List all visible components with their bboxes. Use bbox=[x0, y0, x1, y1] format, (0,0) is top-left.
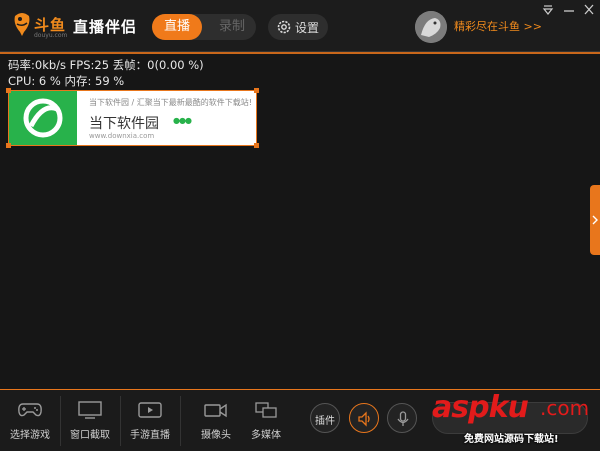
stats-cpu-memory: CPU: 6 % 内存: 59 % bbox=[8, 74, 125, 88]
multimedia-label: 多媒体 bbox=[251, 430, 281, 441]
tab-record[interactable]: 录制 bbox=[208, 14, 256, 40]
close-icon bbox=[584, 4, 594, 15]
multimedia-button[interactable]: 多媒体 bbox=[236, 390, 296, 451]
banner-tagline: 当下软件园 / 汇聚当下最新最酷的软件下载站! bbox=[89, 98, 252, 107]
user-avatar-icon bbox=[415, 11, 447, 43]
promo-link[interactable]: 精彩尽在斗鱼 >> bbox=[454, 18, 542, 34]
resize-handle[interactable] bbox=[6, 143, 11, 148]
microphone-icon bbox=[397, 411, 409, 426]
stats-bitrate-fps: 码率:0kb/s FPS:25 丢帧：0(0.00 %) bbox=[8, 58, 204, 72]
downxia-logo-icon bbox=[23, 98, 63, 138]
plugin-label: 插件 bbox=[315, 416, 335, 427]
mobile-play-icon bbox=[138, 402, 162, 418]
toolbar-divider bbox=[180, 396, 181, 446]
plugin-button[interactable]: 插件 bbox=[310, 403, 340, 433]
banner-title: 当下软件园 bbox=[89, 116, 159, 132]
title-bar: 斗鱼 douyu.com 直播伴侣 直播 录制 设置 精彩尽在斗鱼 >> bbox=[0, 0, 600, 52]
window-capture-button[interactable]: 窗口截取 bbox=[60, 390, 120, 451]
gear-icon bbox=[277, 20, 291, 34]
gamepad-icon bbox=[18, 403, 42, 417]
speaker-button[interactable] bbox=[349, 403, 379, 433]
settings-label: 设置 bbox=[295, 21, 320, 35]
select-game-button[interactable]: 选择游戏 bbox=[0, 390, 60, 451]
site-watermark: aspku .com 免费网站源码下载站! bbox=[432, 390, 600, 451]
watermark-logo: aspku bbox=[432, 390, 529, 425]
select-game-label: 选择游戏 bbox=[10, 430, 50, 441]
banner-url: www.downxia.com bbox=[89, 132, 155, 140]
mode-switch: 直播 录制 bbox=[152, 14, 256, 40]
minimize-button[interactable] bbox=[562, 4, 578, 18]
resize-handle[interactable] bbox=[254, 143, 259, 148]
banner-dots-icon: ●●● bbox=[173, 116, 192, 125]
window-capture-label: 窗口截取 bbox=[70, 430, 110, 441]
monitor-icon bbox=[78, 401, 102, 419]
mobile-live-button[interactable]: 手游直播 bbox=[120, 390, 180, 451]
watermark-suffix: .com bbox=[540, 396, 590, 420]
microphone-button[interactable] bbox=[387, 403, 417, 433]
resize-handle[interactable] bbox=[6, 88, 11, 93]
title-divider bbox=[0, 52, 600, 54]
fish-logo-icon bbox=[14, 13, 30, 36]
camera-icon bbox=[204, 403, 227, 418]
resize-handle[interactable] bbox=[254, 88, 259, 93]
speaker-icon bbox=[358, 411, 370, 427]
side-panel-toggle[interactable] bbox=[590, 185, 600, 255]
dropdown-menu-button[interactable] bbox=[541, 4, 557, 18]
tab-live[interactable]: 直播 bbox=[152, 14, 202, 40]
triangle-down-icon bbox=[542, 5, 554, 15]
close-button[interactable] bbox=[582, 4, 598, 18]
logo-subtext: douyu.com bbox=[34, 32, 68, 39]
mobile-live-label: 手游直播 bbox=[130, 430, 170, 441]
avatar[interactable] bbox=[415, 11, 447, 43]
watermark-subtitle: 免费网站源码下载站! bbox=[464, 434, 559, 445]
douyu-logo: 斗鱼 douyu.com bbox=[12, 10, 70, 40]
minimize-icon bbox=[564, 10, 574, 12]
preview-source[interactable]: 当下软件园 / 汇聚当下最新最酷的软件下载站! 当下软件园 ●●● www.do… bbox=[6, 88, 259, 148]
multimedia-icon bbox=[255, 402, 277, 418]
chevron-right-icon bbox=[592, 215, 598, 225]
app-title: 直播伴侣 bbox=[73, 18, 138, 36]
banner-logo-block bbox=[9, 91, 77, 145]
settings-button[interactable]: 设置 bbox=[268, 14, 328, 40]
